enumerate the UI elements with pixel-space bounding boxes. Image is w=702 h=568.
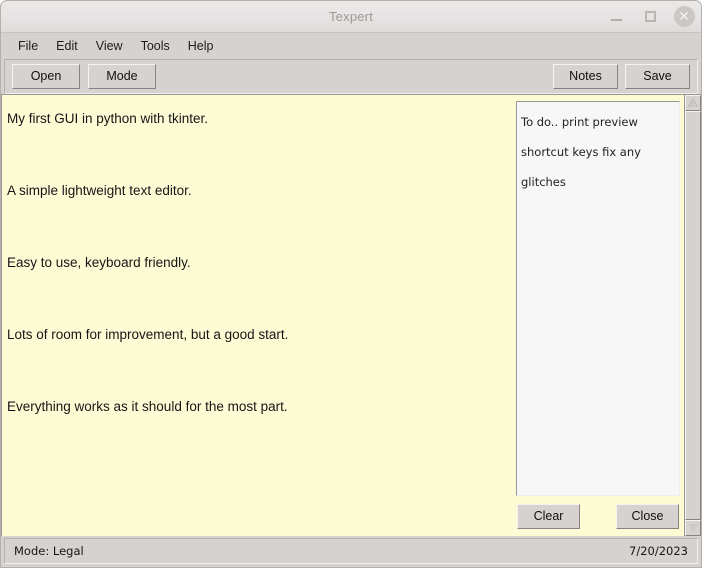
close-button[interactable]: ✕ xyxy=(673,6,695,28)
status-bar: Mode: Legal 7/20/2023 xyxy=(4,538,698,564)
minimize-button[interactable] xyxy=(605,6,627,28)
scrollbar-track[interactable] xyxy=(685,111,701,520)
maximize-button[interactable] xyxy=(639,6,661,28)
minimize-icon xyxy=(610,19,622,21)
close-notes-button[interactable]: Close xyxy=(616,503,679,529)
window-controls: ✕ xyxy=(605,1,695,32)
scroll-up-button[interactable] xyxy=(685,95,701,111)
notes-textarea[interactable]: To do.. print preview shortcut keys fix … xyxy=(516,101,680,496)
vertical-scrollbar[interactable] xyxy=(684,94,701,536)
menu-item-help[interactable]: Help xyxy=(179,36,223,56)
editor-content[interactable]: My first GUI in python with tkinter. A s… xyxy=(2,95,512,425)
menu-bar: File Edit View Tools Help xyxy=(1,33,701,59)
notes-button[interactable]: Notes xyxy=(553,64,618,89)
content-area: My first GUI in python with tkinter. A s… xyxy=(1,94,701,536)
window-title: Texpert xyxy=(328,9,374,24)
maximize-icon xyxy=(644,11,656,22)
status-date: 7/20/2023 xyxy=(629,544,688,558)
mode-button[interactable]: Mode xyxy=(88,64,156,89)
notes-button-row: Clear Close xyxy=(516,496,680,531)
notes-panel: To do.. print preview shortcut keys fix … xyxy=(512,94,684,536)
save-button[interactable]: Save xyxy=(625,64,690,89)
title-bar: Texpert ✕ xyxy=(1,1,701,33)
menu-item-view[interactable]: View xyxy=(87,36,132,56)
scroll-up-icon xyxy=(688,99,698,107)
scrollbar-thumb[interactable] xyxy=(685,111,701,520)
scroll-down-icon xyxy=(688,524,698,532)
text-editor[interactable]: My first GUI in python with tkinter. A s… xyxy=(1,94,512,536)
clear-button[interactable]: Clear xyxy=(517,503,580,529)
toolbar-right-group: Notes Save xyxy=(553,64,697,89)
toolbar-left-group: Open Mode xyxy=(5,64,156,89)
menu-item-edit[interactable]: Edit xyxy=(47,36,87,56)
application-window: Texpert ✕ File Edit View Tools Help Open… xyxy=(0,0,702,568)
menu-item-file[interactable]: File xyxy=(9,36,47,56)
close-icon: ✕ xyxy=(673,6,695,27)
toolbar: Open Mode Notes Save xyxy=(4,59,698,94)
menu-item-tools[interactable]: Tools xyxy=(132,36,179,56)
open-button[interactable]: Open xyxy=(12,64,80,89)
status-mode: Mode: Legal xyxy=(14,544,84,558)
scroll-down-button[interactable] xyxy=(685,520,701,536)
